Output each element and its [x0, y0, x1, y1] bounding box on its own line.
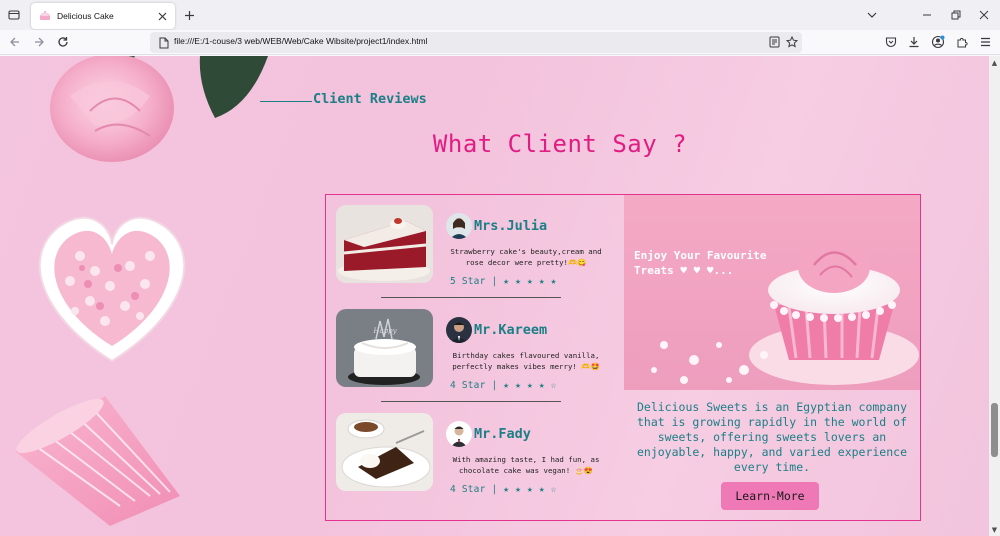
review-card: Mrs.Julia Strawberry cake's beauty,cream… [336, 205, 616, 287]
promo-cupcake-image: Enjoy Your Favourite Treats ♥ ♥ ♥... [624, 195, 920, 390]
review-cake-image [336, 205, 433, 283]
forward-arrow-icon[interactable] [30, 33, 48, 51]
scroll-down-icon[interactable]: ▼ [990, 525, 999, 534]
learn-more-button[interactable]: Learn-More [721, 482, 819, 510]
avatar [446, 421, 472, 447]
review-divider [381, 401, 561, 402]
account-icon[interactable] [929, 33, 947, 51]
minimize-icon[interactable] [918, 6, 936, 24]
reviewer-name: Mr.Fady [474, 426, 531, 442]
scrollbar[interactable]: ▲ ▼ [989, 56, 1000, 536]
avatar [446, 213, 472, 239]
star-rating-icon: ★ ★ ★ ★ ☆ [503, 484, 557, 495]
tab-bar: Delicious Cake [0, 0, 1000, 30]
avatar [446, 317, 472, 343]
reload-icon[interactable] [54, 33, 72, 51]
chevron-down-icon[interactable] [863, 6, 881, 24]
star-rating-icon: ★ ★ ★ ★ ☆ [503, 380, 557, 391]
promo-caption: Enjoy Your Favourite Treats ♥ ♥ ♥... [634, 249, 767, 277]
close-icon[interactable] [154, 8, 170, 24]
reviewer-name: Mr.Kareem [474, 322, 548, 338]
address-bar[interactable]: file:///E:/1-couse/3 web/WEB/Web/Cake Wi… [150, 32, 802, 53]
page-viewport: Client Reviews What Client Say ? Mrs.Jul… [0, 56, 989, 536]
review-text: With amazing taste, I had fun, as chocol… [452, 455, 600, 475]
rating: 4 Star | ★ ★ ★ ★ ☆ [450, 484, 557, 495]
cake-favicon [38, 9, 52, 23]
close-window-icon[interactable] [975, 6, 993, 24]
svg-text:Happy: Happy [372, 327, 397, 335]
navigation-bar: file:///E:/1-couse/3 web/WEB/Web/Cake Wi… [0, 30, 1000, 55]
reviewer-name: Mrs.Julia [474, 218, 548, 234]
rating-label: 5 Star [450, 276, 486, 287]
review-divider [381, 297, 561, 298]
rating: 4 Star | ★ ★ ★ ★ ☆ [450, 380, 557, 391]
section-heading: What Client Say ? [432, 130, 688, 158]
scrollbar-thumb[interactable] [991, 403, 998, 457]
star-rating-icon: ★ ★ ★ ★ ★ [503, 276, 557, 287]
menu-icon[interactable] [976, 33, 994, 51]
download-icon[interactable] [905, 33, 923, 51]
browser-tab[interactable]: Delicious Cake [31, 3, 175, 29]
page-icon [157, 36, 171, 49]
section-tag-text: Client Reviews [313, 91, 427, 107]
url-text[interactable]: file:///E:/1-couse/3 web/WEB/Web/Cake Wi… [174, 36, 428, 46]
reviews-container: Mrs.Julia Strawberry cake's beauty,cream… [325, 194, 921, 521]
review-cake-image [336, 413, 433, 491]
section-tag: Client Reviews [260, 91, 427, 107]
background-decoration-image [15, 56, 268, 526]
review-cake-image: Happy [336, 309, 433, 387]
pocket-icon[interactable] [882, 33, 900, 51]
review-card: Mr.Fady With amazing taste, I had fun, a… [336, 413, 616, 495]
reader-view-icon[interactable] [766, 34, 782, 50]
plus-icon[interactable] [180, 6, 198, 24]
tab-list-icon[interactable] [4, 5, 24, 25]
promo-description: Delicious Sweets is an Egyptian company … [636, 400, 908, 474]
tab-title: Delicious Cake [57, 11, 114, 21]
rating: 5 Star | ★ ★ ★ ★ ★ [450, 276, 557, 287]
extensions-icon[interactable] [953, 33, 971, 51]
back-arrow-icon[interactable] [6, 33, 24, 51]
bookmark-star-icon[interactable] [784, 34, 800, 50]
scroll-up-icon[interactable]: ▲ [990, 58, 999, 67]
review-text: Strawberry cake's beauty,cream and rose … [450, 247, 602, 267]
rating-label: 4 Star [450, 380, 486, 391]
review-card: Happy Mr.Kareem Birthday cakes flavoured… [336, 309, 616, 391]
review-text: Birthday cakes flavoured vanilla, perfec… [452, 351, 600, 371]
restore-icon[interactable] [947, 6, 965, 24]
rating-label: 4 Star [450, 484, 486, 495]
